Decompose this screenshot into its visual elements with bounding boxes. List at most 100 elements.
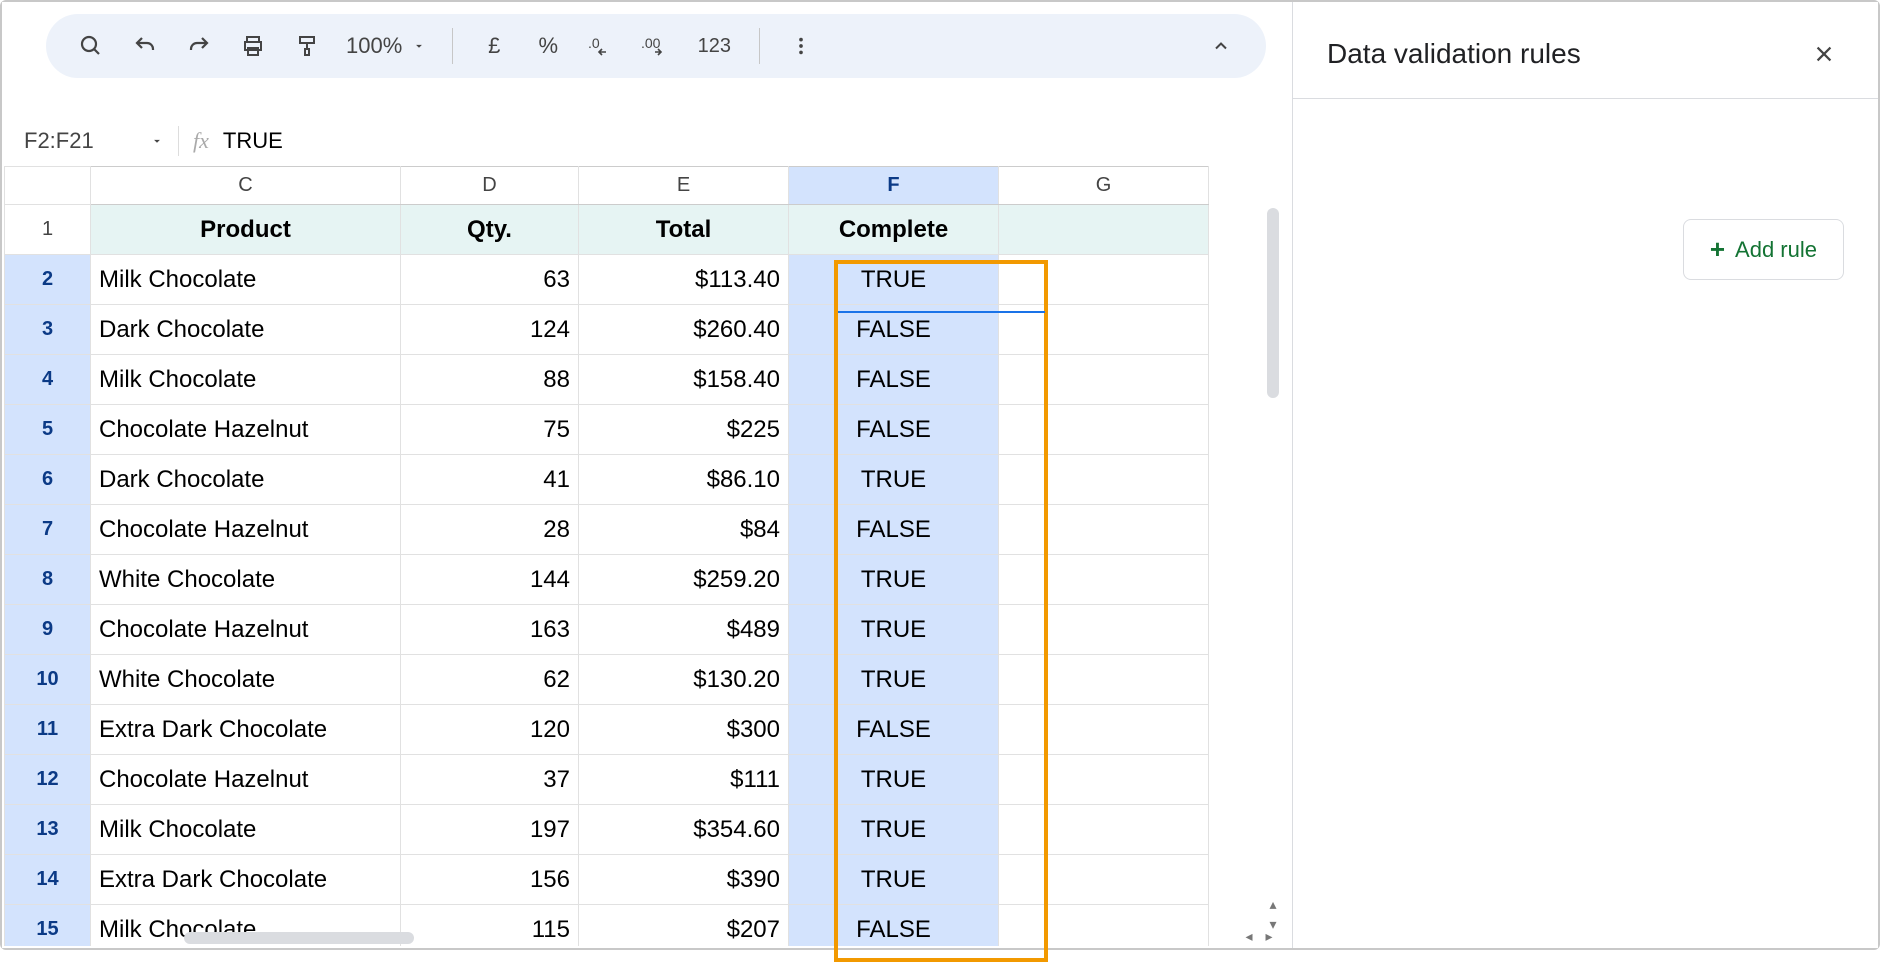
cell-qty[interactable]: 37 (401, 755, 579, 805)
header-product[interactable]: Product (91, 205, 401, 255)
cell-complete[interactable]: TRUE (789, 255, 999, 305)
cell-qty[interactable]: 28 (401, 505, 579, 555)
cell-product[interactable]: Chocolate Hazelnut (91, 505, 401, 555)
cell-empty[interactable] (999, 355, 1209, 405)
formula-bar[interactable]: TRUE (223, 128, 283, 154)
cell-product[interactable]: Extra Dark Chocolate (91, 855, 401, 905)
cell-product[interactable]: Dark Chocolate (91, 455, 401, 505)
scroll-up-icon[interactable]: ▴ (1264, 896, 1282, 914)
cell-qty[interactable]: 63 (401, 255, 579, 305)
currency-button[interactable]: £ (473, 25, 515, 67)
cell-empty[interactable] (999, 605, 1209, 655)
row-header[interactable]: 9 (5, 605, 91, 655)
zoom-select[interactable]: 100% (340, 33, 432, 59)
cell-product[interactable]: Milk Chocolate (91, 805, 401, 855)
spreadsheet-grid[interactable]: C D E F G 1 Product Qty. Total Complete … (4, 166, 1282, 946)
row-header[interactable]: 3 (5, 305, 91, 355)
cell-qty[interactable]: 120 (401, 705, 579, 755)
redo-icon[interactable] (178, 25, 220, 67)
collapse-toolbar-icon[interactable] (1200, 25, 1242, 67)
cell-complete[interactable]: FALSE (789, 705, 999, 755)
cell-total[interactable]: $300 (579, 705, 789, 755)
row-header[interactable]: 5 (5, 405, 91, 455)
cell-qty[interactable]: 197 (401, 805, 579, 855)
cell-total[interactable]: $113.40 (579, 255, 789, 305)
undo-icon[interactable] (124, 25, 166, 67)
cell-empty[interactable] (999, 755, 1209, 805)
cell-qty[interactable]: 41 (401, 455, 579, 505)
row-header[interactable]: 8 (5, 555, 91, 605)
cell-complete[interactable]: TRUE (789, 605, 999, 655)
cell-complete[interactable]: TRUE (789, 455, 999, 505)
cell-product[interactable]: Milk Chocolate (91, 355, 401, 405)
column-header-g[interactable]: G (999, 167, 1209, 205)
cell-qty[interactable]: 163 (401, 605, 579, 655)
cell-empty[interactable] (999, 455, 1209, 505)
row-header[interactable]: 14 (5, 855, 91, 905)
row-header[interactable]: 13 (5, 805, 91, 855)
row-header[interactable]: 6 (5, 455, 91, 505)
cell-empty[interactable] (999, 655, 1209, 705)
cell-product[interactable]: White Chocolate (91, 655, 401, 705)
cell-total[interactable]: $130.20 (579, 655, 789, 705)
cell-complete[interactable]: TRUE (789, 655, 999, 705)
header-total[interactable]: Total (579, 205, 789, 255)
cell-total[interactable]: $111 (579, 755, 789, 805)
cell-qty[interactable]: 124 (401, 305, 579, 355)
close-icon[interactable] (1804, 34, 1844, 74)
cell-total[interactable]: $86.10 (579, 455, 789, 505)
cell-total[interactable]: $354.60 (579, 805, 789, 855)
cell-qty[interactable]: 62 (401, 655, 579, 705)
percent-button[interactable]: % (527, 25, 569, 67)
print-icon[interactable] (232, 25, 274, 67)
cell-complete[interactable]: TRUE (789, 555, 999, 605)
cell-product[interactable]: White Chocolate (91, 555, 401, 605)
cell-total[interactable]: $390 (579, 855, 789, 905)
cell-empty[interactable] (999, 205, 1209, 255)
row-header[interactable]: 12 (5, 755, 91, 805)
increase-decimal-icon[interactable]: .00 (635, 25, 677, 67)
horizontal-scrollbar[interactable]: ◂ ▸ (4, 928, 1282, 948)
scrollbar-thumb[interactable] (184, 932, 414, 944)
row-header-1[interactable]: 1 (5, 205, 91, 255)
cell-complete[interactable]: FALSE (789, 355, 999, 405)
scroll-right-icon[interactable]: ▸ (1260, 928, 1278, 946)
row-header[interactable]: 11 (5, 705, 91, 755)
cell-product[interactable]: Milk Chocolate (91, 255, 401, 305)
cell-complete[interactable]: FALSE (789, 405, 999, 455)
cell-qty[interactable]: 156 (401, 855, 579, 905)
column-header-c[interactable]: C (91, 167, 401, 205)
cell-total[interactable]: $158.40 (579, 355, 789, 405)
cell-product[interactable]: Extra Dark Chocolate (91, 705, 401, 755)
row-header[interactable]: 2 (5, 255, 91, 305)
scroll-left-icon[interactable]: ◂ (1240, 928, 1258, 946)
cell-empty[interactable] (999, 705, 1209, 755)
row-header[interactable]: 7 (5, 505, 91, 555)
more-icon[interactable] (780, 25, 822, 67)
cell-empty[interactable] (999, 805, 1209, 855)
cell-product[interactable]: Chocolate Hazelnut (91, 755, 401, 805)
cell-empty[interactable] (999, 305, 1209, 355)
cell-complete[interactable]: TRUE (789, 755, 999, 805)
cell-total[interactable]: $489 (579, 605, 789, 655)
cell-qty[interactable]: 144 (401, 555, 579, 605)
scrollbar-thumb[interactable] (1267, 208, 1279, 398)
vertical-scrollbar[interactable]: ▴ ▾ (1264, 208, 1282, 934)
row-header[interactable]: 4 (5, 355, 91, 405)
name-box[interactable]: F2:F21 (14, 128, 164, 154)
cell-complete[interactable]: FALSE (789, 305, 999, 355)
cell-empty[interactable] (999, 255, 1209, 305)
cell-empty[interactable] (999, 555, 1209, 605)
cell-complete[interactable]: TRUE (789, 855, 999, 905)
cell-product[interactable]: Chocolate Hazelnut (91, 605, 401, 655)
search-icon[interactable] (70, 25, 112, 67)
header-complete[interactable]: Complete (789, 205, 999, 255)
cell-total[interactable]: $84 (579, 505, 789, 555)
cell-qty[interactable]: 75 (401, 405, 579, 455)
add-rule-button[interactable]: + Add rule (1683, 219, 1844, 280)
cell-product[interactable]: Dark Chocolate (91, 305, 401, 355)
cell-empty[interactable] (999, 505, 1209, 555)
column-header-f[interactable]: F (789, 167, 999, 205)
decrease-decimal-icon[interactable]: .0 (581, 25, 623, 67)
cell-total[interactable]: $260.40 (579, 305, 789, 355)
